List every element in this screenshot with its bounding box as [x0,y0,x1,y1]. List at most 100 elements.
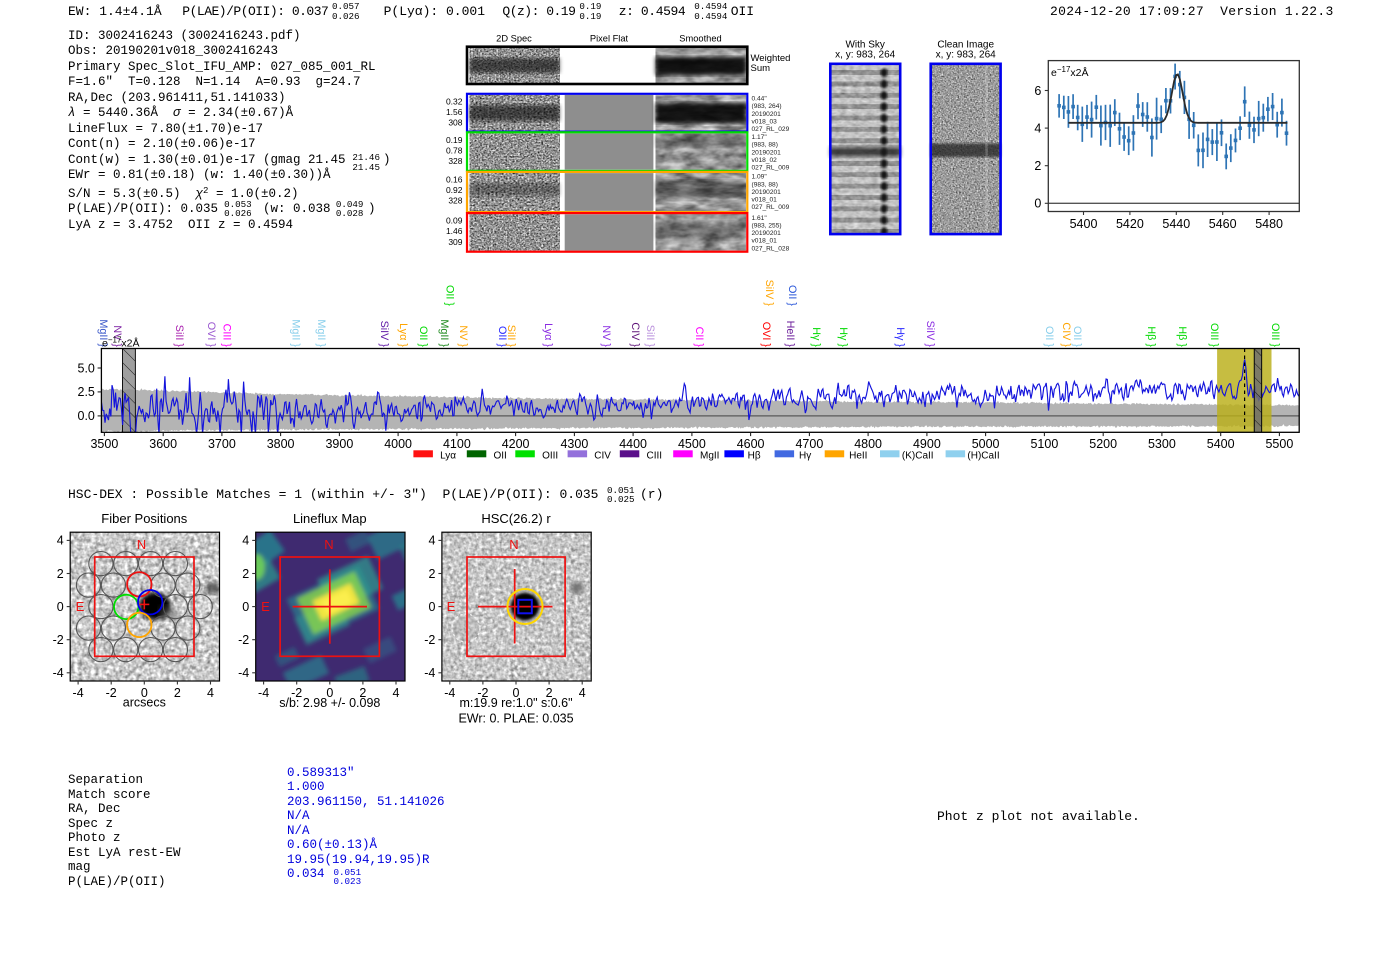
svg-text:E: E [261,599,270,614]
svg-text:0.09: 0.09 [446,216,463,226]
svg-text:-2: -2 [424,633,435,647]
svg-text:EWr: 0. PLAE: 0.035: EWr: 0. PLAE: 0.035 [458,712,573,726]
svg-text:4: 4 [579,686,586,700]
svg-text:0: 0 [57,600,64,614]
svg-text:2.5: 2.5 [78,385,95,399]
svg-text:309: 309 [448,237,462,247]
svg-text:308: 308 [448,118,462,128]
svg-text:CIV }: CIV } [629,322,641,347]
svg-text:N: N [509,537,518,552]
svg-text:0.16: 0.16 [446,174,463,184]
svg-text:SiII }: SiII } [173,325,185,348]
svg-text:1.17": 1.17" [752,134,768,141]
svg-text:HeII }: HeII } [784,321,796,348]
svg-text:2D Spec: 2D Spec [496,34,532,44]
svg-text:2: 2 [242,567,249,581]
svg-text:5400: 5400 [1070,217,1098,231]
svg-text:SiIV }: SiIV } [378,321,390,348]
svg-text:CIII: CIII [647,450,663,461]
svg-text:s/b: 2.98 +/- 0.098: s/b: 2.98 +/- 0.098 [279,696,380,710]
svg-text:HSC(26.2) r: HSC(26.2) r [481,511,551,526]
svg-text:OII }: OII } [1071,326,1083,347]
svg-text:4: 4 [393,686,400,700]
svg-text:CIV }: CIV } [1060,322,1072,347]
svg-text:CII }: CII } [693,327,705,348]
svg-text:NV }: NV } [457,325,469,347]
svg-text:v018_01: v018_01 [752,238,778,245]
svg-text:v018_03: v018_03 [752,118,778,125]
svg-text:4300: 4300 [560,437,588,451]
svg-text:4600: 4600 [737,437,765,451]
svg-text:E: E [447,599,456,614]
svg-text:NV }: NV } [600,325,612,347]
svg-text:4000: 4000 [384,437,412,451]
svg-text:4800: 4800 [854,437,882,451]
svg-text:Hγ }: Hγ } [894,327,906,347]
svg-text:1.46: 1.46 [446,226,463,236]
svg-text:Fiber Positions: Fiber Positions [101,511,187,526]
svg-text:-2: -2 [106,686,117,700]
svg-text:Hγ: Hγ [799,450,811,461]
svg-text:arcsecs: arcsecs [123,696,166,710]
svg-text:2: 2 [1034,159,1041,173]
svg-text:-2: -2 [53,633,64,647]
svg-text:5460: 5460 [1209,217,1237,231]
svg-text:OVI }: OVI } [205,322,217,348]
svg-text:4400: 4400 [619,437,647,451]
svg-text:0.32: 0.32 [446,96,463,106]
svg-text:2: 2 [174,686,181,700]
svg-text:5500: 5500 [1265,437,1293,451]
svg-text:4: 4 [57,534,64,548]
svg-text:4: 4 [242,534,249,548]
svg-text:0: 0 [1034,197,1041,211]
svg-text:4100: 4100 [443,437,471,451]
svg-text:1.09": 1.09" [752,174,768,181]
svg-text:N: N [324,537,333,552]
svg-text:5300: 5300 [1148,437,1176,451]
svg-text:5420: 5420 [1116,217,1144,231]
svg-text:2: 2 [428,567,435,581]
svg-text:MgII }: MgII } [438,319,450,347]
svg-text:SiII }: SiII } [644,325,656,348]
svg-text:MgII }: MgII } [290,319,302,347]
svg-text:x, y: 983, 264: x, y: 983, 264 [936,50,996,61]
svg-text:3600: 3600 [149,437,177,451]
svg-text:0.92: 0.92 [446,185,463,195]
svg-text:(983, 264): (983, 264) [752,103,782,110]
svg-text:Lyα: Lyα [440,450,456,461]
svg-text:0: 0 [242,600,249,614]
svg-text:Hβ }: Hβ } [1145,326,1157,347]
svg-text:(K)CaII: (K)CaII [902,450,934,461]
svg-text:5480: 5480 [1255,217,1283,231]
svg-text:5200: 5200 [1089,437,1117,451]
svg-text:MgII }: MgII } [315,319,327,347]
svg-text:e−17x2Å: e−17x2Å [102,336,140,350]
svg-text:0.78: 0.78 [446,145,463,155]
svg-text:OVI }: OVI } [760,322,772,348]
svg-text:-4: -4 [444,686,455,700]
svg-text:4500: 4500 [678,437,706,451]
svg-text:OIII }: OIII } [1208,323,1220,347]
svg-text:1.56: 1.56 [446,107,463,117]
svg-text:OIII: OIII [542,450,558,461]
svg-text:5400: 5400 [1207,437,1235,451]
svg-text:Hγ }: Hγ } [810,327,822,347]
svg-text:MgII: MgII [700,450,719,461]
svg-text:SiII }: SiII } [505,325,517,348]
svg-text:-4: -4 [424,666,435,680]
svg-text:-4: -4 [258,686,269,700]
svg-text:027_RL_029: 027_RL_029 [752,126,790,133]
svg-text:Smoothed: Smoothed [679,34,721,44]
svg-text:Hβ }: Hβ } [1176,326,1188,347]
svg-text:5100: 5100 [1030,437,1058,451]
svg-text:OII: OII [494,450,507,461]
svg-text:4700: 4700 [795,437,823,451]
svg-text:5.0: 5.0 [78,361,95,375]
svg-text:SiIV }: SiIV } [924,321,936,348]
svg-text:(H)CaII: (H)CaII [967,450,999,461]
svg-text:-4: -4 [238,666,249,680]
svg-text:5000: 5000 [972,437,1000,451]
svg-text:OII }: OII } [786,285,798,306]
svg-text:0: 0 [428,600,435,614]
svg-text:e−17x2Å: e−17x2Å [1051,65,1089,79]
